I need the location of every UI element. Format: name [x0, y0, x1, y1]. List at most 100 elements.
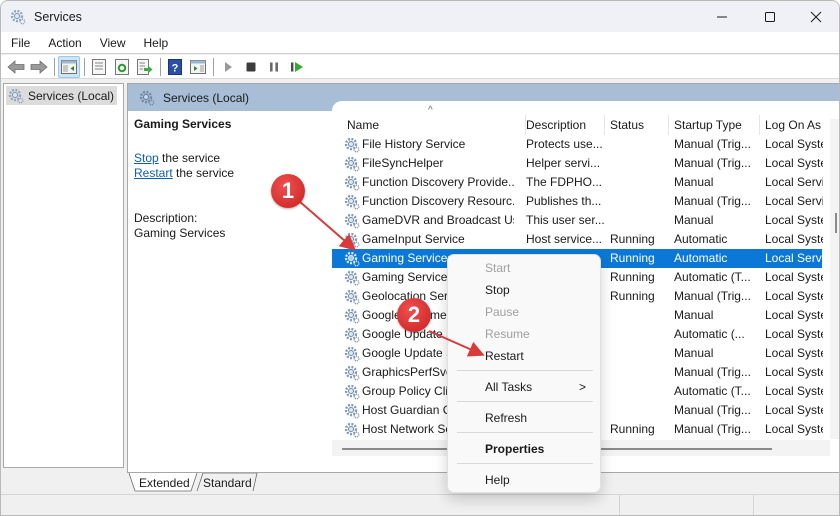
- service-log-on-as: Local Servi: [765, 175, 823, 189]
- context-menu-item-help[interactable]: Help: [448, 469, 600, 491]
- service-gear-icon: [344, 403, 360, 419]
- service-log-on-as: Local Servi: [765, 251, 823, 265]
- service-startup-type: Manual (Trig...: [674, 194, 751, 208]
- column-header-name[interactable]: Name: [342, 115, 526, 135]
- restart-service-button[interactable]: [286, 56, 308, 78]
- service-row[interactable]: File History Service Protects use... Manua…: [332, 135, 823, 154]
- service-row[interactable]: Function Discovery Provide... The FDPHO..…: [332, 173, 823, 192]
- menu-action[interactable]: Action: [37, 36, 88, 50]
- show-hide-console-tree-button[interactable]: [58, 55, 80, 78]
- export-list-button[interactable]: [134, 56, 156, 78]
- context-menu-item-stop[interactable]: Stop: [448, 279, 600, 301]
- context-menu-item-pause[interactable]: Pause: [448, 301, 600, 323]
- service-gear-icon: [344, 194, 360, 210]
- context-menu-item-resume[interactable]: Resume: [448, 323, 600, 345]
- properties-button[interactable]: [88, 56, 110, 78]
- service-status: [610, 363, 672, 382]
- context-menu-item-label: Help: [485, 473, 510, 487]
- context-menu-item-restart[interactable]: Restart: [448, 345, 600, 367]
- minimize-button[interactable]: [699, 1, 745, 32]
- title-bar: Services: [1, 1, 839, 32]
- start-service-button[interactable]: [217, 56, 239, 78]
- menu-view[interactable]: View: [89, 36, 133, 50]
- status-bar: [1, 494, 839, 515]
- forward-icon: [30, 59, 48, 74]
- context-menu-item-all-tasks[interactable]: All Tasks >: [448, 376, 600, 398]
- service-status: Running: [610, 251, 655, 265]
- column-header-log-on-as[interactable]: Log On As: [760, 115, 830, 135]
- service-name: File History Service: [362, 137, 466, 151]
- context-menu-item-properties[interactable]: Properties: [448, 438, 600, 460]
- tab-standard[interactable]: Standard: [203, 473, 252, 493]
- maximize-button[interactable]: [747, 1, 793, 32]
- tree-item-services-local[interactable]: Services (Local): [6, 86, 118, 105]
- close-button[interactable]: [793, 1, 839, 32]
- pane-header-title: Services (Local): [163, 90, 250, 105]
- service-startup-type: Automatic: [674, 251, 728, 265]
- context-menu-item-label: Pause: [485, 305, 520, 319]
- service-row[interactable]: GameDVR and Broadcast Us... This user ser…: [332, 211, 823, 230]
- pause-service-button[interactable]: [263, 56, 285, 78]
- show-hide-action-pane-button[interactable]: [187, 56, 209, 78]
- refresh-button[interactable]: [111, 56, 133, 78]
- properties-icon: [92, 58, 106, 75]
- back-button[interactable]: [5, 56, 27, 78]
- service-log-on-as: Local Syste: [765, 346, 823, 360]
- context-menu-separator: [457, 432, 593, 433]
- service-status: [610, 135, 672, 154]
- menu-file[interactable]: File: [1, 36, 37, 50]
- service-gear-icon: [344, 346, 360, 362]
- service-status: [610, 211, 672, 230]
- service-name: GameDVR and Broadcast Us...: [362, 213, 514, 227]
- column-header-startup-type[interactable]: Startup Type: [669, 115, 760, 135]
- stop-service-button[interactable]: [240, 56, 262, 78]
- description-label: Description:: [134, 211, 198, 225]
- context-menu-item-label: Resume: [485, 327, 530, 341]
- context-menu-separator: [457, 401, 593, 402]
- context-menu-item-refresh[interactable]: Refresh: [448, 407, 600, 429]
- service-status: [610, 173, 672, 192]
- submenu-chevron-icon: >: [578, 380, 586, 394]
- service-status: [610, 192, 672, 211]
- service-startup-type: Manual (Trig...: [674, 289, 751, 303]
- column-header-description[interactable]: Description: [521, 115, 605, 135]
- minimize-icon: [717, 16, 727, 17]
- services-window: Services File Action View Help ? Service…: [0, 0, 840, 516]
- context-menu-separator: [457, 463, 593, 464]
- window-title: Services: [34, 9, 82, 24]
- service-startup-type: Manual: [674, 175, 714, 189]
- column-header-status[interactable]: Status: [605, 115, 669, 135]
- menu-help[interactable]: Help: [133, 36, 176, 50]
- service-startup-type: Manual (Trig...: [674, 403, 751, 417]
- service-name: GameInput Service: [362, 232, 465, 246]
- tab-extended[interactable]: Extended: [139, 473, 190, 493]
- vertical-scrollbar[interactable]: [830, 119, 839, 439]
- stop-service-link[interactable]: Stop: [134, 151, 159, 165]
- service-gear-icon: [344, 213, 360, 229]
- service-log-on-as: Local Servi: [765, 194, 823, 208]
- service-description: Helper servi...: [526, 156, 601, 170]
- vertical-scroll-thumb[interactable]: [835, 213, 837, 233]
- stop-service-line: Stop the service: [134, 151, 334, 166]
- service-startup-type: Manual: [674, 308, 714, 322]
- service-gear-icon: [344, 289, 360, 305]
- service-startup-type: Manual: [674, 346, 714, 360]
- context-menu-item-start[interactable]: Start: [448, 257, 600, 279]
- service-gear-icon: [344, 251, 360, 267]
- help-button[interactable]: ?: [164, 56, 186, 78]
- toolbar-separator: [84, 57, 85, 76]
- service-row[interactable]: GameInput Service Host service... Running A…: [332, 230, 823, 249]
- service-row[interactable]: FileSyncHelper Helper servi... Manual (Tri…: [332, 154, 823, 173]
- service-log-on-as: Local Syste: [765, 327, 823, 341]
- toolbar-separator: [160, 57, 161, 76]
- forward-button[interactable]: [28, 56, 50, 78]
- service-row[interactable]: Function Discovery Resourc... Publishes t…: [332, 192, 823, 211]
- service-startup-type: Manual (Trig...: [674, 422, 751, 436]
- restart-service-link[interactable]: Restart: [134, 166, 173, 180]
- service-status: [610, 306, 672, 325]
- restart-service-line: Restart the service: [134, 166, 334, 181]
- services-gear-icon: [10, 9, 26, 24]
- services-gear-icon: [139, 90, 155, 105]
- service-description: Host service...: [526, 232, 603, 246]
- service-startup-type: Manual: [674, 213, 714, 227]
